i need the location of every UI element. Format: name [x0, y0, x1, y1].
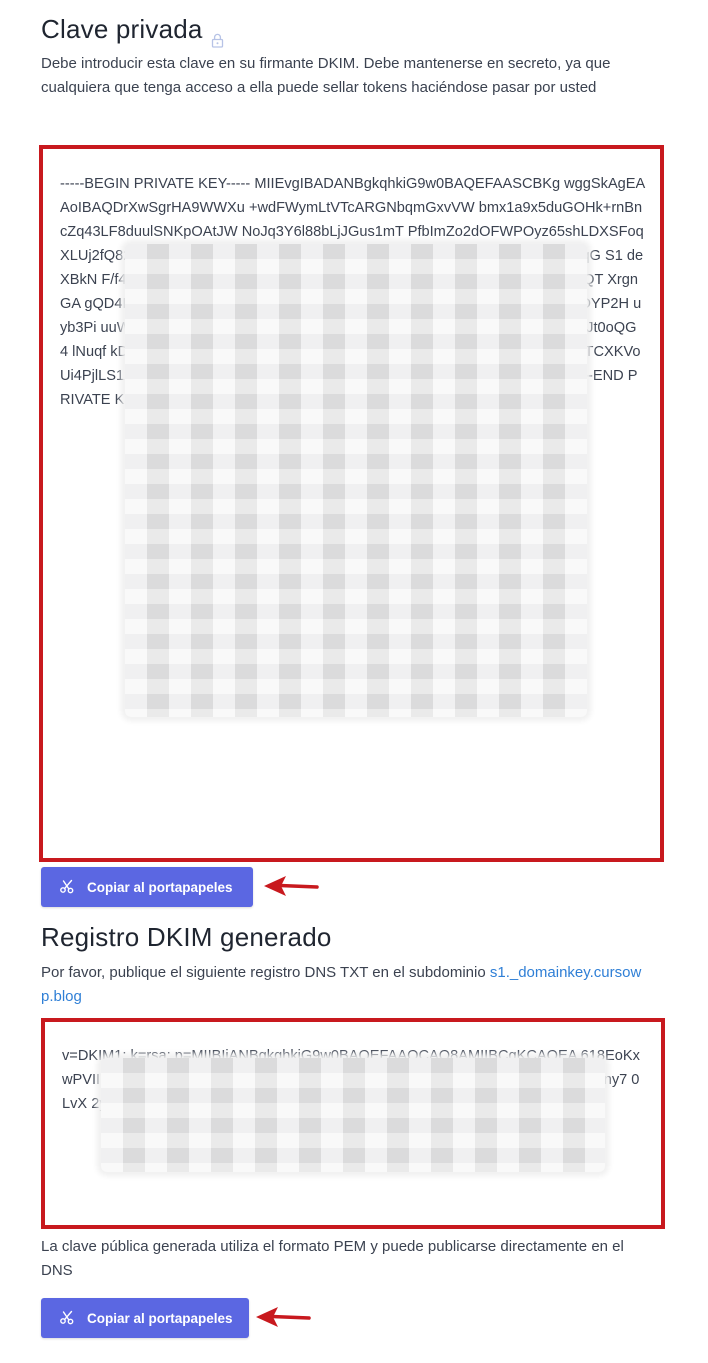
redaction-blur [101, 1058, 605, 1172]
dkim-record-textarea[interactable]: v=DKIM1; k=rsa; p=MIIBIjANBgkqhkiG9w0BAQ… [41, 1018, 665, 1229]
copy-button-label: Copiar al portapapeles [87, 1310, 233, 1326]
lock-icon [211, 24, 224, 48]
dkim-record-title: Registro DKIM generado [41, 922, 332, 952]
arrow-left-icon [264, 876, 319, 896]
arrow-left-icon [256, 1307, 311, 1327]
private-key-title: Clave privada [41, 14, 203, 44]
copy-dkim-record-button[interactable]: Copiar al portapapeles [41, 1298, 249, 1338]
dkim-record-description-text: Por favor, publique el siguiente registr… [41, 964, 490, 981]
private-key-description: Debe introducir esta clave en su firmant… [41, 55, 611, 96]
copy-private-key-button[interactable]: Copiar al portapapeles [41, 867, 253, 907]
scissors-icon [59, 1309, 75, 1328]
redaction-blur [125, 244, 587, 717]
copy-button-label: Copiar al portapapeles [87, 879, 233, 895]
scissors-icon [59, 878, 75, 897]
private-key-title-row: Clave privada [41, 14, 224, 48]
dkim-record-description: Por favor, publique el siguiente registr… [41, 961, 653, 1009]
public-key-note: La clave pública generada utiliza el for… [41, 1238, 624, 1279]
private-key-textarea[interactable]: -----BEGIN PRIVATE KEY----- MIIEvgIBADAN… [39, 145, 664, 862]
